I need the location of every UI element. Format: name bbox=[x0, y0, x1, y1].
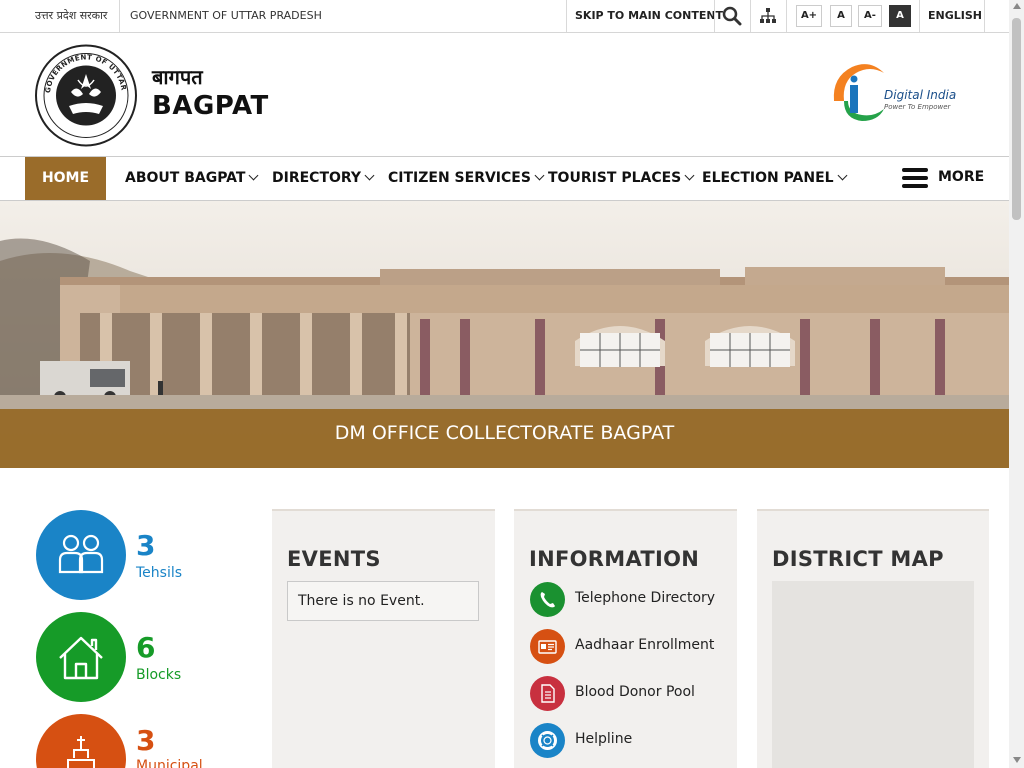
chevron-down-icon bbox=[534, 170, 545, 181]
tehsils-count: 3 bbox=[136, 529, 156, 562]
nav-item-label: CITIZEN SERVICES bbox=[388, 170, 531, 186]
digital-india-logo[interactable]: Digital India Power To Empower bbox=[826, 55, 956, 125]
nav-item-label: DIRECTORY bbox=[272, 170, 362, 186]
info-item-label: Aadhaar Enrollment bbox=[575, 637, 715, 653]
scroll-down-arrow-icon[interactable] bbox=[1013, 757, 1021, 763]
info-item-label: Blood Donor Pool bbox=[575, 684, 695, 700]
phone-icon bbox=[530, 582, 565, 617]
info-item-label: Helpline bbox=[575, 731, 633, 747]
people-icon bbox=[58, 534, 104, 574]
document-icon bbox=[530, 676, 565, 711]
tehsils-label: Tehsils bbox=[136, 565, 183, 581]
chevron-down-icon bbox=[364, 170, 375, 181]
chevron-down-icon bbox=[684, 170, 695, 181]
banner-caption: DM OFFICE COLLECTORATE BAGPAT bbox=[0, 409, 1009, 468]
events-heading: EVENTS bbox=[287, 547, 381, 571]
search-icon[interactable] bbox=[722, 6, 742, 26]
events-panel: EVENTS There is no Event. bbox=[272, 509, 495, 768]
page: उत्तर प्रदेश सरकार GOVERNMENT OF UTTAR P… bbox=[0, 0, 1024, 768]
state-english-link[interactable]: GOVERNMENT OF UTTAR PRADESH bbox=[130, 0, 322, 32]
district-title-hindi[interactable]: बागपत bbox=[152, 63, 203, 90]
scrollbar-thumb[interactable] bbox=[1012, 18, 1021, 220]
municipal-icon bbox=[67, 736, 95, 768]
blocks-count: 6 bbox=[136, 631, 156, 664]
district-title-english[interactable]: BAGPAT bbox=[152, 91, 269, 121]
font-increase-button[interactable]: A+ bbox=[796, 5, 822, 27]
nav-item-election-panel[interactable]: ELECTION PANEL bbox=[702, 157, 848, 200]
digital-india-title: Digital India bbox=[884, 88, 956, 102]
language-switch[interactable]: ENGLISH bbox=[928, 0, 982, 32]
skip-to-main-link[interactable]: SKIP TO MAIN CONTENT bbox=[575, 0, 723, 32]
scroll-up-arrow-icon[interactable] bbox=[1013, 3, 1021, 9]
info-item-blood-donor-pool[interactable]: Blood Donor Pool bbox=[530, 676, 730, 712]
utility-bar: उत्तर प्रदेश सरकार GOVERNMENT OF UTTAR P… bbox=[0, 0, 1009, 33]
municipal-stat[interactable] bbox=[36, 714, 126, 768]
nav-item-label: ABOUT BAGPAT bbox=[125, 170, 246, 186]
home-icon bbox=[59, 636, 103, 680]
info-item-aadhaar-enrollment[interactable]: Aadhaar Enrollment bbox=[530, 629, 730, 665]
district-map-image[interactable] bbox=[772, 581, 974, 768]
site-header: GOVERNMENT OF UTTAR PRADESH बागपत BAGPAT… bbox=[0, 33, 1009, 157]
state-hindi-link[interactable]: उत्तर प्रदेश सरकार bbox=[35, 0, 107, 32]
nav-item-label: TOURIST PLACES bbox=[548, 170, 682, 186]
nav-more-button[interactable]: MORE bbox=[938, 156, 984, 199]
font-normal-button[interactable]: A bbox=[830, 5, 852, 27]
hamburger-menu-icon[interactable] bbox=[902, 168, 928, 189]
main-navigation: HOME ABOUT BAGPAT DIRECTORY CITIZEN SERV… bbox=[0, 157, 1009, 201]
info-item-helpline[interactable]: Helpline bbox=[530, 723, 730, 759]
information-heading: INFORMATION bbox=[529, 547, 700, 571]
nav-item-label: ELECTION PANEL bbox=[702, 170, 834, 186]
lifebuoy-icon bbox=[530, 723, 565, 758]
district-map-heading: DISTRICT MAP bbox=[772, 547, 944, 571]
municipal-label: Municipal bbox=[136, 758, 203, 768]
info-item-label: Telephone Directory bbox=[575, 590, 716, 606]
nav-item-directory[interactable]: DIRECTORY bbox=[272, 157, 375, 200]
info-item-telephone-directory[interactable]: Telephone Directory bbox=[530, 582, 730, 618]
id-card-icon bbox=[530, 629, 565, 664]
nav-item-label: HOME bbox=[41, 170, 90, 186]
nav-item-about-bagpat[interactable]: ABOUT BAGPAT bbox=[125, 157, 259, 200]
tehsils-stat[interactable] bbox=[36, 510, 126, 600]
high-contrast-button[interactable]: A bbox=[889, 5, 911, 27]
chevron-down-icon bbox=[249, 170, 259, 181]
information-panel: INFORMATION Telephone Directory Aadhaar … bbox=[514, 509, 737, 768]
nav-item-citizen-services[interactable]: CITIZEN SERVICES bbox=[388, 157, 545, 200]
nav-item-tourist-places[interactable]: TOURIST PLACES bbox=[548, 157, 695, 200]
chevron-down-icon bbox=[837, 170, 848, 181]
sitemap-icon[interactable] bbox=[759, 7, 777, 25]
up-government-emblem[interactable]: GOVERNMENT OF UTTAR PRADESH bbox=[33, 44, 139, 147]
font-decrease-button[interactable]: A- bbox=[858, 5, 882, 27]
municipal-count: 3 bbox=[136, 724, 156, 757]
blocks-label: Blocks bbox=[136, 667, 182, 683]
hero-banner: DM OFFICE COLLECTORATE BAGPAT bbox=[0, 201, 1009, 468]
nav-item-home[interactable]: HOME bbox=[25, 157, 106, 200]
district-map-panel: DISTRICT MAP bbox=[757, 509, 989, 768]
events-empty-message: There is no Event. bbox=[287, 581, 479, 621]
blocks-stat[interactable] bbox=[36, 612, 126, 702]
digital-india-tagline: Power To Empower bbox=[884, 103, 952, 111]
